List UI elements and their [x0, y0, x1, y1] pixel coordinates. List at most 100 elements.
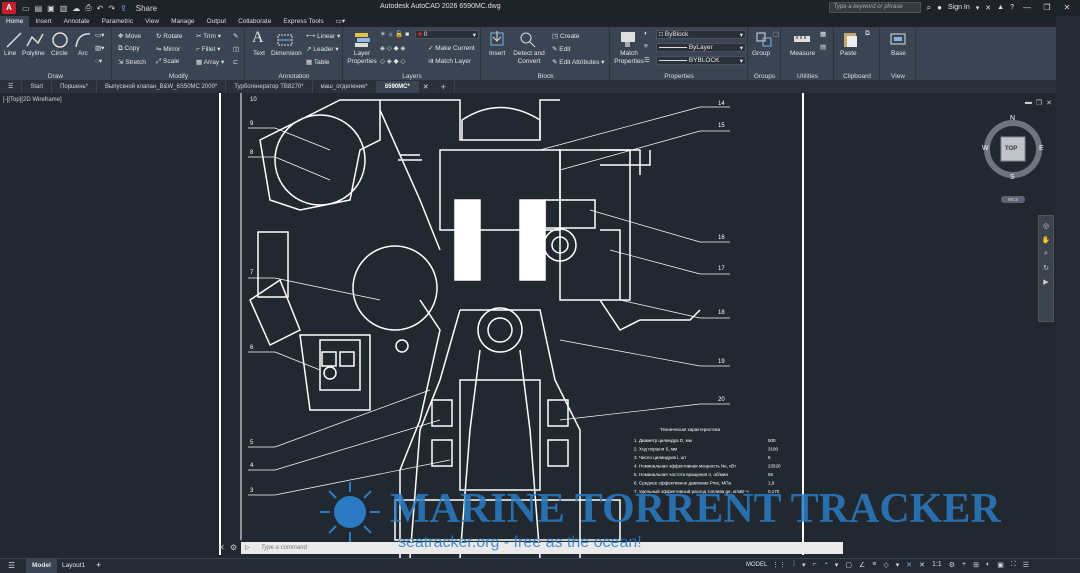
document-tab[interactable]: Турбогенератор ТВ8270* [226, 81, 313, 93]
offset-icon[interactable]: ⊏ [233, 58, 238, 66]
snap-icon[interactable]: ⁞ [793, 561, 795, 569]
linear-dim-button[interactable]: ⟷ Linear ▾ [306, 32, 340, 40]
document-tab[interactable]: Выпускной клапан_B&W_6S50MC 2000* [97, 81, 227, 93]
viewport-label[interactable]: [-][Top][2D Wireframe] [3, 97, 62, 103]
undo-icon[interactable]: ↶ [97, 4, 104, 13]
detect-convert-button[interactable]: Detect and Convert [511, 50, 547, 66]
osnap-tracking-icon[interactable]: ∠ [859, 561, 865, 569]
linetype-dropdown[interactable]: ByLayer ▾ [656, 43, 746, 52]
user-icon[interactable]: ● [937, 3, 942, 12]
sign-in-button[interactable]: Sign In [948, 4, 970, 11]
customization-icon[interactable]: ☰ [1023, 561, 1029, 569]
edit-attributes-button[interactable]: ✎ Edit Attributes ▾ [552, 58, 604, 66]
annotation-scale-icon[interactable]: ✕ [906, 561, 912, 569]
move-button[interactable]: ✥ Move [118, 32, 141, 40]
search-icon[interactable]: ⌕ [927, 3, 931, 13]
pan-icon[interactable]: ✋ [1039, 236, 1053, 244]
insert-button[interactable]: Insert [489, 50, 505, 57]
exchange-icon[interactable]: ✕ [985, 4, 991, 12]
rotate-button[interactable]: ↻ Rotate [156, 32, 182, 40]
close-tab-icon[interactable]: ✕ [419, 83, 433, 91]
isodraft-icon[interactable]: ▾ [835, 561, 839, 569]
annotation-panel-title[interactable]: Annotation [246, 73, 342, 80]
lineweight-dropdown[interactable]: BYBLOCK ▾ [656, 56, 746, 65]
search-input[interactable]: Type a keyword or phrase [828, 2, 921, 13]
layer-tools-icons-2[interactable]: ◇ ◈ ◆ ◇ [380, 57, 405, 65]
scale-button[interactable]: ⤢ Scale [156, 58, 179, 66]
explode-icon[interactable]: ◫ [233, 45, 239, 53]
share-button[interactable]: Share [136, 4, 157, 13]
annotation-scale-value[interactable]: 1:1 [932, 561, 942, 569]
text-button[interactable]: Text [253, 50, 265, 57]
line-icon[interactable] [5, 31, 23, 49]
annotation-visibility-icon[interactable]: ✕ [919, 561, 925, 569]
view-panel-title[interactable]: View [881, 73, 915, 80]
boundary-icon[interactable]: ◌▾ [95, 57, 102, 65]
table-button[interactable]: ▦ Table [306, 58, 329, 66]
help-icon[interactable]: ? [1010, 4, 1014, 11]
ribbon-tab-express-tools[interactable]: Express Tools [277, 16, 329, 27]
ribbon-tab-annotate[interactable]: Annotate [58, 16, 96, 27]
save-as-icon[interactable]: ▥ [60, 4, 68, 13]
circle-icon[interactable] [51, 31, 69, 49]
polyline-icon[interactable] [26, 31, 44, 49]
redo-icon[interactable]: ↷ [108, 4, 115, 13]
share-icon[interactable]: ⇪ [120, 4, 127, 13]
restore-button[interactable]: ❐ [1040, 3, 1054, 12]
viewcube-north[interactable]: N [1010, 115, 1015, 122]
navigation-bar[interactable]: ◎ ✋ ⌕ ↻ ▶ [1038, 215, 1054, 322]
color-wheel-icon[interactable]: ◐ [644, 30, 648, 37]
layer-properties-icon[interactable] [353, 30, 371, 48]
measure-button[interactable]: Measure [790, 50, 815, 57]
command-line-close-icon[interactable]: ✕ [218, 543, 225, 552]
base-view-icon[interactable] [889, 30, 907, 48]
viewcube-top-face[interactable]: TOP [1005, 146, 1017, 152]
add-icon[interactable]: + [962, 561, 966, 569]
ribbon-tab-insert[interactable]: Insert [29, 16, 57, 27]
model-space-button[interactable]: MODEL [746, 562, 767, 568]
dimension-button[interactable]: Dimension [271, 50, 302, 57]
layout-menu-icon[interactable]: ☰ [8, 561, 15, 570]
hardware-accel-icon[interactable]: ▣ [997, 561, 1004, 569]
dimension-icon[interactable] [276, 31, 294, 49]
a360-icon[interactable]: ▲ [997, 4, 1004, 11]
ribbon-tab-view[interactable]: View [139, 16, 165, 27]
showmotion-icon[interactable]: ▶ [1039, 278, 1053, 286]
start-tab[interactable]: Start [22, 81, 53, 93]
erase-icon[interactable]: ✎ [233, 32, 238, 40]
stretch-button[interactable]: ⇲ Stretch [118, 58, 146, 66]
fillet-button[interactable]: ⌐ Fillet ▾ [196, 45, 220, 53]
document-tab[interactable]: Поршень* [52, 81, 97, 93]
save-icon[interactable]: ▣ [47, 4, 55, 13]
ribbon-tab-manage[interactable]: Manage [165, 16, 201, 27]
print-icon[interactable]: ⎙ [85, 3, 91, 13]
paste-button[interactable]: Paste [840, 50, 857, 57]
close-button[interactable]: ✕ [1060, 3, 1074, 12]
document-tab[interactable]: маш_отделение* [313, 81, 377, 93]
polyline-button[interactable]: Polyline [22, 50, 45, 57]
measure-icon[interactable] [793, 30, 811, 48]
ribbon-more-icon[interactable]: ▭▾ [330, 16, 351, 27]
cart-icon[interactable]: ▾ [976, 4, 980, 12]
polar-icon[interactable]: ◔ [824, 561, 828, 569]
layer-dropdown[interactable]: ■ 0 ▾ [415, 30, 479, 39]
base-button[interactable]: Base [891, 50, 906, 57]
mirror-button[interactable]: ⇋ Mirror [156, 45, 180, 53]
infer-icon[interactable]: ▾ [802, 561, 806, 569]
layer-state-icons[interactable]: ☀ ☼ 🔓 ■ [380, 30, 409, 38]
line-button[interactable]: Line [4, 50, 16, 57]
command-line-settings-icon[interactable]: ⚙ [230, 543, 237, 552]
create-block-button[interactable]: ◳ Create [552, 32, 579, 40]
layout1-tab[interactable]: Layout1 [60, 559, 87, 573]
close-viewport-icon[interactable]: ✕ [1046, 99, 1052, 107]
insert-icon[interactable] [488, 30, 506, 48]
utilities-panel-title[interactable]: Utilities [782, 73, 833, 80]
selection-cycling-icon[interactable]: ▾ [896, 561, 900, 569]
modify-panel-title[interactable]: Modify [113, 73, 244, 80]
draw-panel-title[interactable]: Draw [0, 73, 111, 80]
ribbon-tab-output[interactable]: Output [201, 16, 233, 27]
lineweight-icon[interactable]: ☰ [644, 56, 650, 64]
viewcube-east[interactable]: E [1039, 145, 1044, 152]
detect-convert-icon[interactable] [518, 30, 536, 48]
full-navigation-wheel-icon[interactable]: ◎ [1039, 222, 1053, 230]
